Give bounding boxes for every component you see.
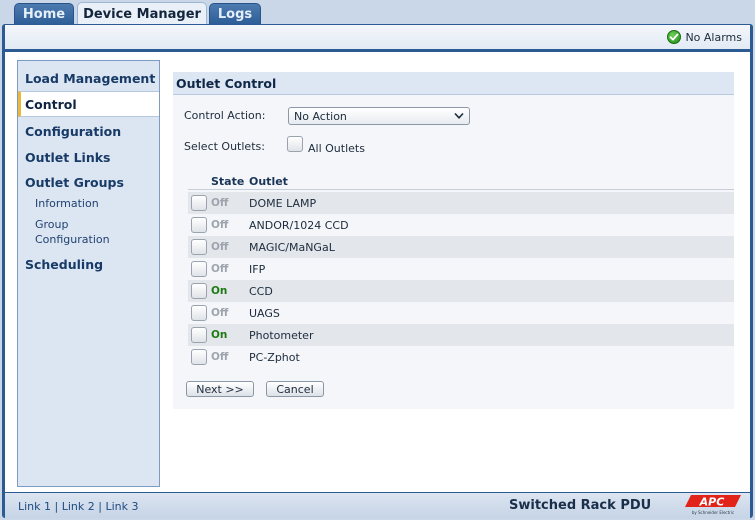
outlet-name: ANDOR/1024 CCD — [249, 218, 349, 232]
outlet-checkbox[interactable] — [191, 217, 207, 233]
outlet-name: Photometer — [249, 328, 314, 342]
footer-separator: | — [98, 500, 102, 513]
outlet-table-header: State Outlet — [188, 172, 734, 190]
sidebar-subitem-information[interactable]: Information — [35, 196, 155, 211]
footer-link-1[interactable]: Link 1 — [18, 500, 51, 513]
green-check-icon — [667, 30, 682, 44]
outlet-state: On — [211, 285, 228, 297]
outlet-checkbox[interactable] — [191, 283, 207, 299]
table-row: On Photometer — [188, 324, 734, 346]
outlet-state: Off — [211, 219, 229, 231]
outlet-checkbox[interactable] — [191, 239, 207, 255]
sidebar-item-outlet-links[interactable]: Outlet Links — [18, 148, 159, 166]
alarm-status-text[interactable]: No Alarms — [685, 31, 742, 44]
sidebar-item-outlet-groups[interactable]: Outlet Groups — [18, 173, 159, 191]
outlet-state: Off — [211, 307, 229, 319]
outlet-name: UAGS — [249, 306, 280, 320]
sidebar: Load Management Control Configuration Ou… — [17, 60, 160, 487]
tab-home[interactable]: Home — [14, 3, 74, 24]
footer: Link 1 | Link 2 | Link 3 Switched Rack P… — [5, 493, 750, 518]
control-action-value: No Action — [294, 109, 347, 123]
outlet-checkbox[interactable] — [191, 305, 207, 321]
outlet-checkbox[interactable] — [191, 327, 207, 343]
control-action-select[interactable]: No Action — [288, 107, 470, 125]
next-button[interactable]: Next >> — [186, 381, 254, 397]
control-action-label: Control Action: — [184, 109, 266, 122]
tab-logs[interactable]: Logs — [209, 3, 261, 24]
outlet-name: PC-Zphot — [249, 350, 300, 364]
logo-text: APC — [699, 496, 725, 509]
outlet-state: Off — [211, 197, 229, 209]
table-row: Off IFP — [188, 258, 734, 280]
outlet-state: On — [211, 329, 228, 341]
table-row: Off ANDOR/1024 CCD — [188, 214, 734, 236]
tab-device-manager[interactable]: Device Manager — [77, 2, 207, 25]
outlet-column-header: Outlet — [249, 175, 288, 188]
footer-link-3[interactable]: Link 3 — [106, 500, 139, 513]
outlet-name: IFP — [249, 262, 266, 276]
all-outlets-label: All Outlets — [308, 142, 365, 155]
chevron-down-icon — [454, 112, 464, 119]
logo-subtext: by Schneider Electric — [692, 510, 734, 515]
outlet-state: Off — [211, 351, 229, 363]
product-name: Switched Rack PDU — [509, 498, 652, 513]
table-row: On CCD — [188, 280, 734, 302]
sidebar-item-scheduling[interactable]: Scheduling — [18, 255, 159, 273]
outlet-checkbox[interactable] — [191, 349, 207, 365]
footer-separator: | — [54, 500, 59, 513]
sidebar-item-load-management[interactable]: Load Management — [18, 69, 159, 87]
outlet-checkbox[interactable] — [191, 195, 207, 211]
table-row: Off MAGIC/MaNGaL — [188, 236, 734, 258]
table-row: Off DOME LAMP — [188, 192, 734, 214]
state-column-header: State — [211, 175, 245, 188]
panel-title: Outlet Control — [173, 72, 734, 95]
sidebar-item-control[interactable]: Control — [18, 91, 159, 117]
top-tab-bar: Home Device Manager Logs — [0, 0, 755, 25]
status-bar: No Alarms — [5, 25, 750, 49]
outlet-name: MAGIC/MaNGaL — [249, 240, 335, 254]
select-outlets-label: Select Outlets: — [184, 140, 265, 153]
outlet-name: CCD — [249, 284, 273, 298]
footer-links: Link 1 | Link 2 | Link 3 — [18, 500, 139, 513]
outlet-checkbox[interactable] — [191, 261, 207, 277]
outlet-state: Off — [211, 241, 229, 253]
outlet-state: Off — [211, 263, 229, 275]
outlet-name: DOME LAMP — [249, 196, 317, 210]
sidebar-item-configuration[interactable]: Configuration — [18, 122, 159, 140]
sidebar-subitem-group-configuration[interactable]: Group Configuration — [35, 217, 131, 247]
apc-logo: APC by Schneider Electric — [677, 493, 745, 517]
table-row: Off PC-Zphot — [188, 346, 734, 368]
table-row: Off UAGS — [188, 302, 734, 324]
footer-link-2[interactable]: Link 2 — [62, 500, 95, 513]
cancel-button[interactable]: Cancel — [266, 381, 324, 397]
all-outlets-checkbox[interactable] — [287, 136, 303, 152]
